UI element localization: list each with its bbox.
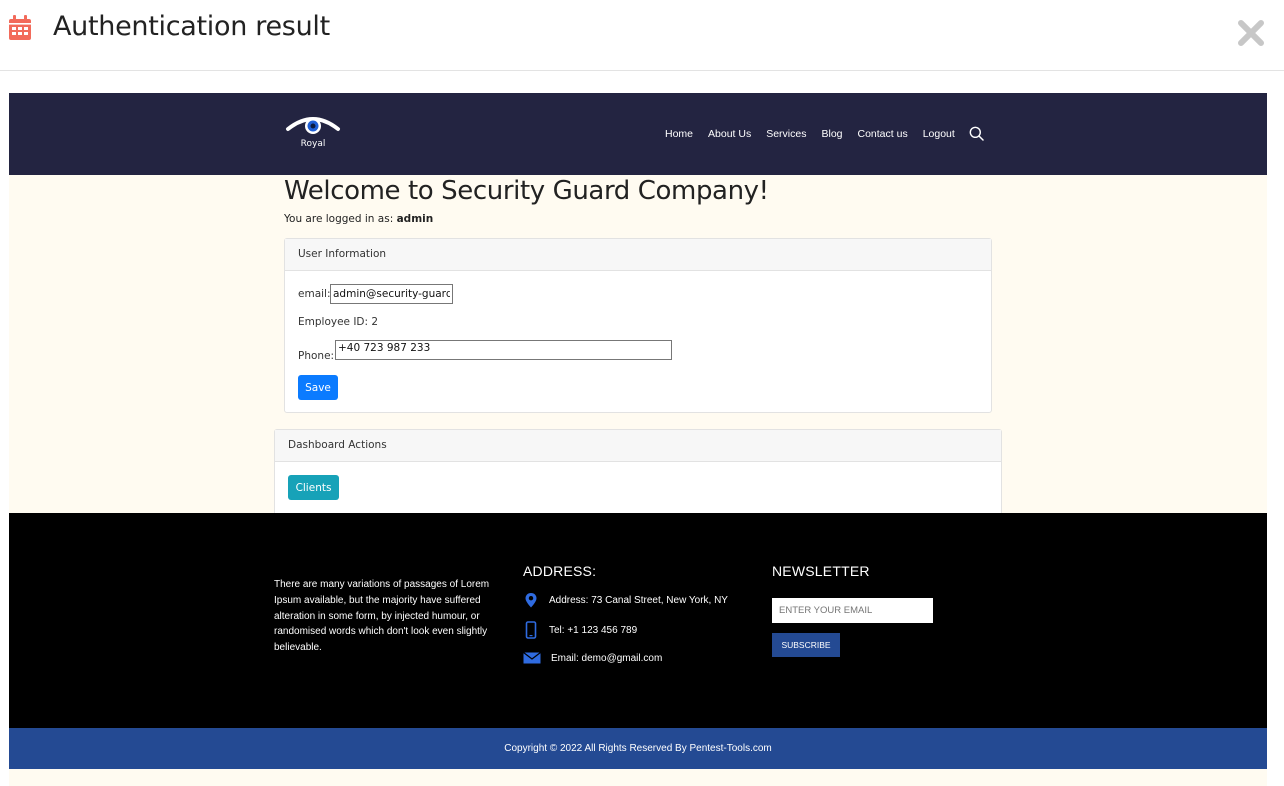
footer: There are many variations of passages of… bbox=[9, 513, 1267, 728]
tel-text: Tel: +1 123 456 789 bbox=[549, 624, 638, 636]
navbar: Royal Home About Us Services Blog Contac… bbox=[9, 93, 1267, 175]
phone-field[interactable]: +40 723 987 233 bbox=[335, 340, 672, 360]
phone-label: Phone: bbox=[298, 350, 335, 362]
nav-about-us[interactable]: About Us bbox=[708, 128, 751, 140]
logged-prefix: You are logged in as: bbox=[284, 213, 394, 225]
search-icon[interactable] bbox=[969, 126, 984, 141]
employee-id-text: Employee ID: 2 bbox=[298, 316, 379, 328]
modal-title: Authentication result bbox=[53, 11, 330, 42]
location-pin-icon bbox=[525, 593, 537, 608]
dashboard-actions-header: Dashboard Actions bbox=[275, 430, 1001, 462]
main-nav: Home About Us Services Blog Contact us L… bbox=[665, 126, 984, 141]
dashboard-actions-card: Dashboard Actions Clients bbox=[274, 429, 1002, 519]
user-information-header: User Information bbox=[285, 239, 991, 271]
mobile-phone-icon bbox=[525, 621, 537, 639]
nav-blog[interactable]: Blog bbox=[821, 128, 842, 140]
nav-services[interactable]: Services bbox=[766, 128, 806, 140]
newsletter-email-input[interactable] bbox=[772, 598, 933, 623]
nav-home[interactable]: Home bbox=[665, 128, 693, 140]
address-text: Address: 73 Canal Street, New York, NY bbox=[549, 594, 728, 606]
email-label: email: bbox=[298, 288, 331, 300]
envelope-icon bbox=[523, 652, 541, 664]
copyright-bar: Copyright © 2022 All Rights Reserved By … bbox=[9, 728, 1267, 769]
page-title: Welcome to Security Guard Company! bbox=[284, 176, 769, 206]
footer-about-text: There are many variations of passages of… bbox=[274, 579, 490, 654]
site-page: Royal Home About Us Services Blog Contac… bbox=[9, 93, 1267, 786]
logged-in-text: You are logged in as: admin bbox=[284, 213, 433, 225]
footer-address: Address: 73 Canal Street, New York, NY bbox=[523, 592, 728, 608]
eye-logo-icon bbox=[286, 117, 340, 134]
email-text: Email: demo@gmail.com bbox=[551, 652, 663, 664]
address-heading: ADDRESS: bbox=[523, 563, 597, 579]
clients-button[interactable]: Clients bbox=[288, 475, 339, 500]
calendar-icon bbox=[9, 15, 31, 40]
modal-header: Authentication result bbox=[0, 0, 1284, 71]
site-logo[interactable]: Royal bbox=[285, 115, 341, 153]
save-button[interactable]: Save bbox=[298, 375, 338, 400]
footer-tel: Tel: +1 123 456 789 bbox=[523, 621, 637, 639]
user-information-card: User Information email: Employee ID: 2 P… bbox=[284, 238, 992, 413]
close-icon[interactable] bbox=[1236, 18, 1266, 48]
email-field[interactable] bbox=[330, 284, 453, 304]
nav-contact-us[interactable]: Contact us bbox=[858, 128, 908, 140]
footer-email: Email: demo@gmail.com bbox=[523, 652, 662, 664]
nav-logout[interactable]: Logout bbox=[923, 128, 955, 140]
newsletter-heading: NEWSLETTER bbox=[772, 563, 870, 579]
logo-text: Royal bbox=[300, 139, 326, 149]
logged-username: admin bbox=[396, 213, 434, 225]
subscribe-button[interactable]: SUBSCRIBE bbox=[772, 633, 840, 657]
